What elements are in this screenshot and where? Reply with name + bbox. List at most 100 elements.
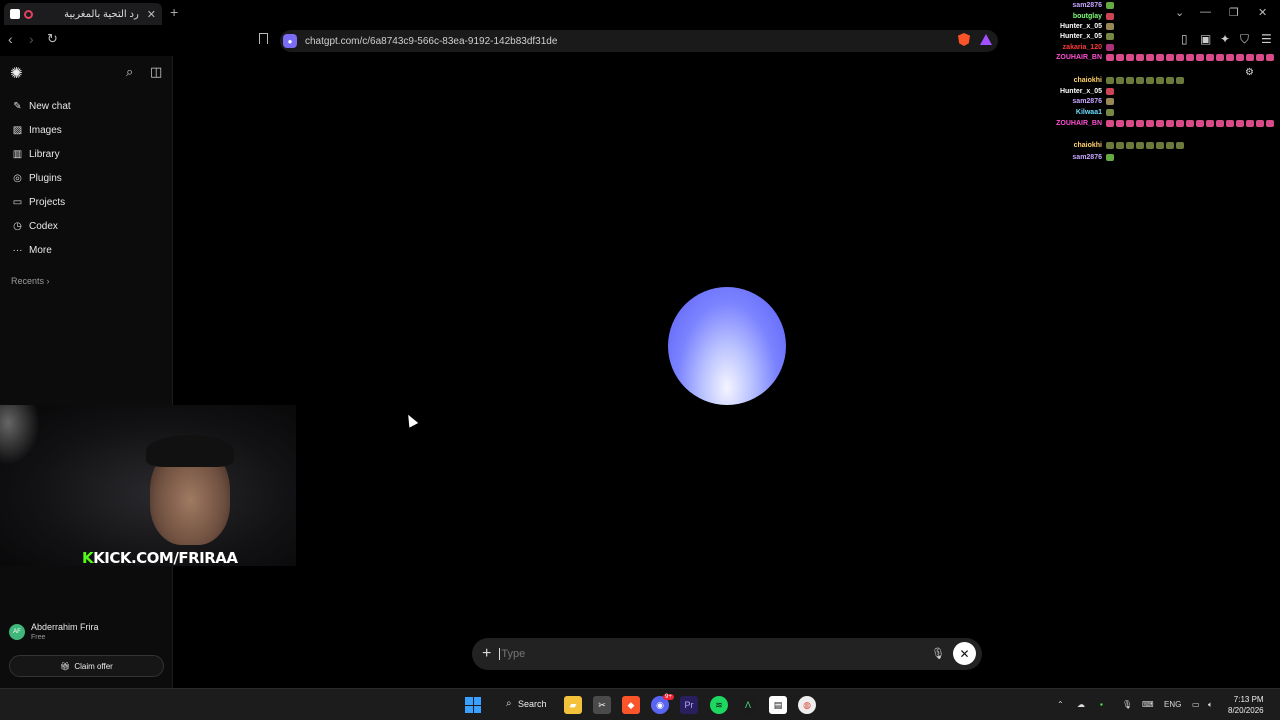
chat-message: Hunter_x_05 — [1040, 86, 1116, 96]
sidebar-item-images[interactable]: ▨ Images — [11, 122, 62, 138]
chat-emote-icon — [1256, 119, 1264, 127]
app-icon[interactable]: Λ — [739, 696, 757, 714]
brave-browser-icon[interactable]: ◆ — [622, 696, 640, 714]
chat-emote-icon — [1106, 32, 1114, 40]
reload-icon[interactable]: ↻ — [47, 31, 58, 47]
chat-emote-icon — [1106, 87, 1114, 95]
discord-badge: 9+ — [663, 694, 674, 700]
chat-message: sam2876 — [1040, 0, 1116, 10]
chat-username[interactable]: Hunter_x_05 — [1040, 23, 1102, 30]
address-bar[interactable]: ● chatgpt.com/c/6a8743c9-566c-83ea-9192-… — [280, 30, 998, 52]
chat-username[interactable]: chaiokhi — [1040, 77, 1102, 84]
codex-icon: ◷ — [13, 220, 22, 232]
chat-username[interactable]: Kilwaa1 — [1040, 109, 1102, 116]
claim-offer-label: Claim offer — [74, 661, 113, 671]
chat-username[interactable]: ZOUHAIR_BN — [1040, 54, 1102, 61]
add-attachment-button[interactable]: + — [482, 645, 491, 663]
chat-message: chaiokhi — [1040, 140, 1186, 150]
chat-emote-icon — [1166, 53, 1174, 61]
premiere-pro-icon[interactable]: Pr — [680, 696, 698, 714]
sidebar-item-plugins[interactable]: ◎ Plugins — [11, 170, 62, 186]
chat-emote-icon — [1156, 76, 1164, 84]
kick-channel-banner: KKICK.COM/FRIRAA — [82, 549, 238, 566]
chat-username[interactable]: sam2876 — [1040, 98, 1102, 105]
system-clock[interactable]: 7:13 PM 8/20/2026 — [1228, 694, 1264, 716]
mic-muted-icon[interactable]: 🎙︎ — [931, 647, 945, 660]
file-explorer-icon[interactable]: ▰ — [564, 696, 582, 714]
chat-emote-icon — [1156, 53, 1164, 61]
mic-active-icon: ● — [283, 34, 297, 48]
end-voice-button[interactable]: ✕ — [953, 642, 976, 665]
snipping-tool-icon[interactable]: ✂ — [593, 696, 611, 714]
settings-sliders-icon[interactable]: ⚙︎ — [1245, 67, 1254, 78]
sidebar-item-label: Library — [29, 148, 60, 160]
user-profile[interactable]: AF Abderrahim Frira Free — [9, 622, 99, 641]
chat-emote-icon — [1116, 119, 1124, 127]
claim-offer-button[interactable]: 🎁︎ Claim offer — [9, 655, 164, 677]
chat-emote-icon — [1196, 53, 1204, 61]
taskbar-search-icon[interactable]: ⌕ — [506, 698, 512, 709]
notepad-icon[interactable]: ▤ — [769, 696, 787, 714]
chat-emote-icon — [1126, 119, 1134, 127]
recents-header[interactable]: Recents › — [11, 276, 50, 286]
chat-emote-icon — [1106, 43, 1114, 51]
light-glow — [0, 405, 40, 465]
forward-icon[interactable]: › — [29, 31, 34, 47]
chat-username[interactable]: Hunter_x_05 — [1040, 33, 1102, 40]
brave-rewards-icon[interactable] — [980, 34, 992, 45]
tab-close-icon[interactable]: ✕ — [147, 8, 156, 21]
chat-username[interactable]: sam2876 — [1040, 2, 1102, 9]
images-icon: ▨ — [12, 124, 23, 136]
message-input[interactable] — [499, 648, 900, 660]
library-icon: ▥ — [12, 148, 23, 160]
chrome-icon[interactable]: ◍ — [798, 696, 816, 714]
chat-emote-icon — [1266, 119, 1274, 127]
sidebar-item-library[interactable]: ▥ Library — [11, 146, 60, 162]
chat-emote-icon — [1176, 76, 1184, 84]
chat-emote-icon — [1166, 119, 1174, 127]
windows-start-icon[interactable] — [465, 697, 481, 713]
chat-username[interactable]: zakaria_120 — [1040, 44, 1102, 51]
chat-emote-icon — [1256, 53, 1264, 61]
taskbar-search-label[interactable]: Search — [518, 699, 547, 709]
browser-tab[interactable]: رد التحية بالمغربية ✕ — [4, 3, 162, 25]
spotify-icon[interactable]: ≋ — [710, 696, 728, 714]
chat-emote-icon — [1106, 22, 1114, 30]
onedrive-icon[interactable]: ☁ — [1077, 700, 1085, 709]
chat-message: zakaria_120 — [1040, 42, 1116, 52]
openai-logo-icon[interactable]: ✺ — [10, 64, 23, 82]
chat-username[interactable]: boutglay — [1040, 13, 1102, 20]
bookmark-icon[interactable] — [259, 33, 268, 44]
sidebar-item-new-chat[interactable]: ✎ New chat — [11, 98, 70, 114]
search-icon[interactable]: ⌕ — [126, 64, 133, 80]
chat-emote-icon — [1216, 53, 1224, 61]
sidebar-item-codex[interactable]: ◷ Codex — [11, 218, 58, 234]
chat-username[interactable]: chaiokhi — [1040, 142, 1102, 149]
chat-emote-icon — [1106, 1, 1114, 9]
chat-emote-icon — [1126, 76, 1134, 84]
chat-emote-icon — [1106, 153, 1114, 161]
chat-username[interactable]: sam2876 — [1040, 154, 1102, 161]
language-indicator[interactable]: ENG — [1164, 700, 1181, 709]
url-text[interactable]: chatgpt.com/c/6a8743c9-566c-83ea-9192-14… — [305, 36, 557, 47]
chat-emote-icon — [1176, 141, 1184, 149]
chat-emote-icon — [1106, 53, 1114, 61]
chat-message: Hunter_x_05 — [1040, 21, 1116, 31]
back-icon[interactable]: ‹ — [8, 31, 13, 47]
chat-username[interactable]: ZOUHAIR_BN — [1040, 120, 1102, 127]
close-sidebar-icon[interactable]: ◫ — [150, 64, 162, 80]
chat-username[interactable]: Hunter_x_05 — [1040, 88, 1102, 95]
new-tab-button[interactable]: + — [170, 4, 178, 20]
chat-emote-icon — [1106, 12, 1114, 20]
chat-emote-icon — [1106, 141, 1114, 149]
sidebar-item-more[interactable]: ··· More — [11, 242, 52, 258]
plugins-icon: ◎ — [13, 172, 22, 184]
network-icon[interactable]: ▭ — [1192, 700, 1200, 709]
keyboard-icon[interactable]: ⌨ — [1142, 700, 1154, 709]
volume-icon[interactable]: 🔈︎ — [1208, 700, 1213, 710]
microphone-icon[interactable]: 🎙︎ — [1122, 700, 1132, 709]
nvidia-icon[interactable]: ▪ — [1100, 700, 1103, 709]
chat-message: Hunter_x_05 — [1040, 31, 1116, 41]
tray-overflow-icon[interactable]: ⌃ — [1057, 700, 1064, 709]
sidebar-item-projects[interactable]: ▭ Projects — [11, 194, 65, 210]
